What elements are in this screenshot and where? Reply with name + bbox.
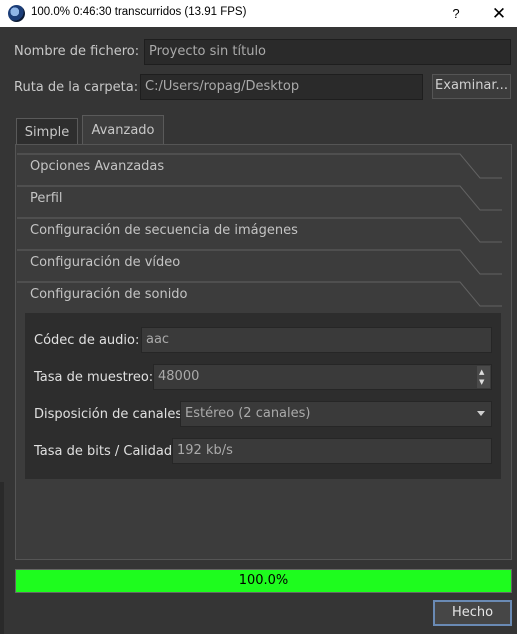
channel-layout-value: Estéreo (2 canales) — [185, 406, 311, 421]
app-icon — [8, 5, 25, 22]
filename-field[interactable]: Proyecto sin título — [144, 39, 511, 65]
window-edge — [0, 482, 4, 634]
bitrate-label: Tasa de bits / Calidad: — [34, 444, 177, 459]
audio-codec-field[interactable]: aac — [141, 327, 492, 353]
audio-codec-label: Códec de audio: — [34, 333, 140, 348]
channel-layout-dropdown[interactable]: Estéreo (2 canales) — [180, 401, 492, 427]
window-title: 100.0% 0:46:30 transcurridos (13.91 FPS) — [31, 6, 247, 18]
help-button[interactable]: ? — [436, 0, 476, 27]
folder-path-field[interactable]: C:/Users/ropag/Desktop — [140, 74, 423, 100]
tab-simple[interactable]: Simple — [16, 118, 78, 145]
tab-advanced[interactable]: Avanzado — [82, 115, 164, 145]
sample-rate-value: 48000 — [158, 369, 200, 384]
spin-buttons[interactable]: ▲ ▼ — [477, 366, 490, 388]
export-progress-bar: 100.0% — [15, 569, 512, 593]
section-profile[interactable]: Perfil — [17, 184, 511, 216]
advanced-tab-panel: Opciones Avanzadas Perfil Configuración … — [15, 144, 512, 560]
section-advanced-options-label: Opciones Avanzadas — [30, 159, 165, 174]
section-image-sequence-label: Configuración de secuencia de imágenes — [30, 223, 298, 238]
spin-down-icon[interactable]: ▼ — [479, 378, 484, 386]
audio-settings-group: Códec de audio: aac Tasa de muestreo: 48… — [25, 313, 501, 479]
done-button[interactable]: Hecho — [433, 600, 512, 626]
chevron-down-icon — [477, 411, 485, 416]
bitrate-field[interactable]: 192 kb/s — [172, 438, 492, 464]
export-dialog: Nombre de fichero: Proyecto sin título R… — [0, 27, 517, 634]
channel-layout-label: Disposición de canales: — [34, 407, 187, 422]
section-image-sequence[interactable]: Configuración de secuencia de imágenes — [17, 216, 511, 248]
section-advanced-options[interactable]: Opciones Avanzadas — [17, 152, 511, 184]
sample-rate-spinbox[interactable]: 48000 ▲ ▼ — [153, 364, 492, 390]
browse-button[interactable]: Examinar... — [432, 74, 511, 99]
section-video-label: Configuración de vídeo — [30, 255, 181, 270]
section-video[interactable]: Configuración de vídeo — [17, 248, 511, 280]
progress-text: 100.0% — [238, 573, 289, 588]
spin-up-icon[interactable]: ▲ — [479, 368, 484, 376]
section-audio-label: Configuración de sonido — [30, 287, 188, 302]
sample-rate-label: Tasa de muestreo: — [34, 370, 154, 385]
folder-label: Ruta de la carpeta: — [14, 80, 139, 95]
close-button[interactable]: ✕ — [479, 0, 517, 27]
section-audio[interactable]: Configuración de sonido — [17, 280, 511, 312]
title-bar: 100.0% 0:46:30 transcurridos (13.91 FPS)… — [0, 0, 517, 27]
section-profile-label: Perfil — [30, 191, 63, 206]
filename-label: Nombre de fichero: — [14, 44, 140, 59]
